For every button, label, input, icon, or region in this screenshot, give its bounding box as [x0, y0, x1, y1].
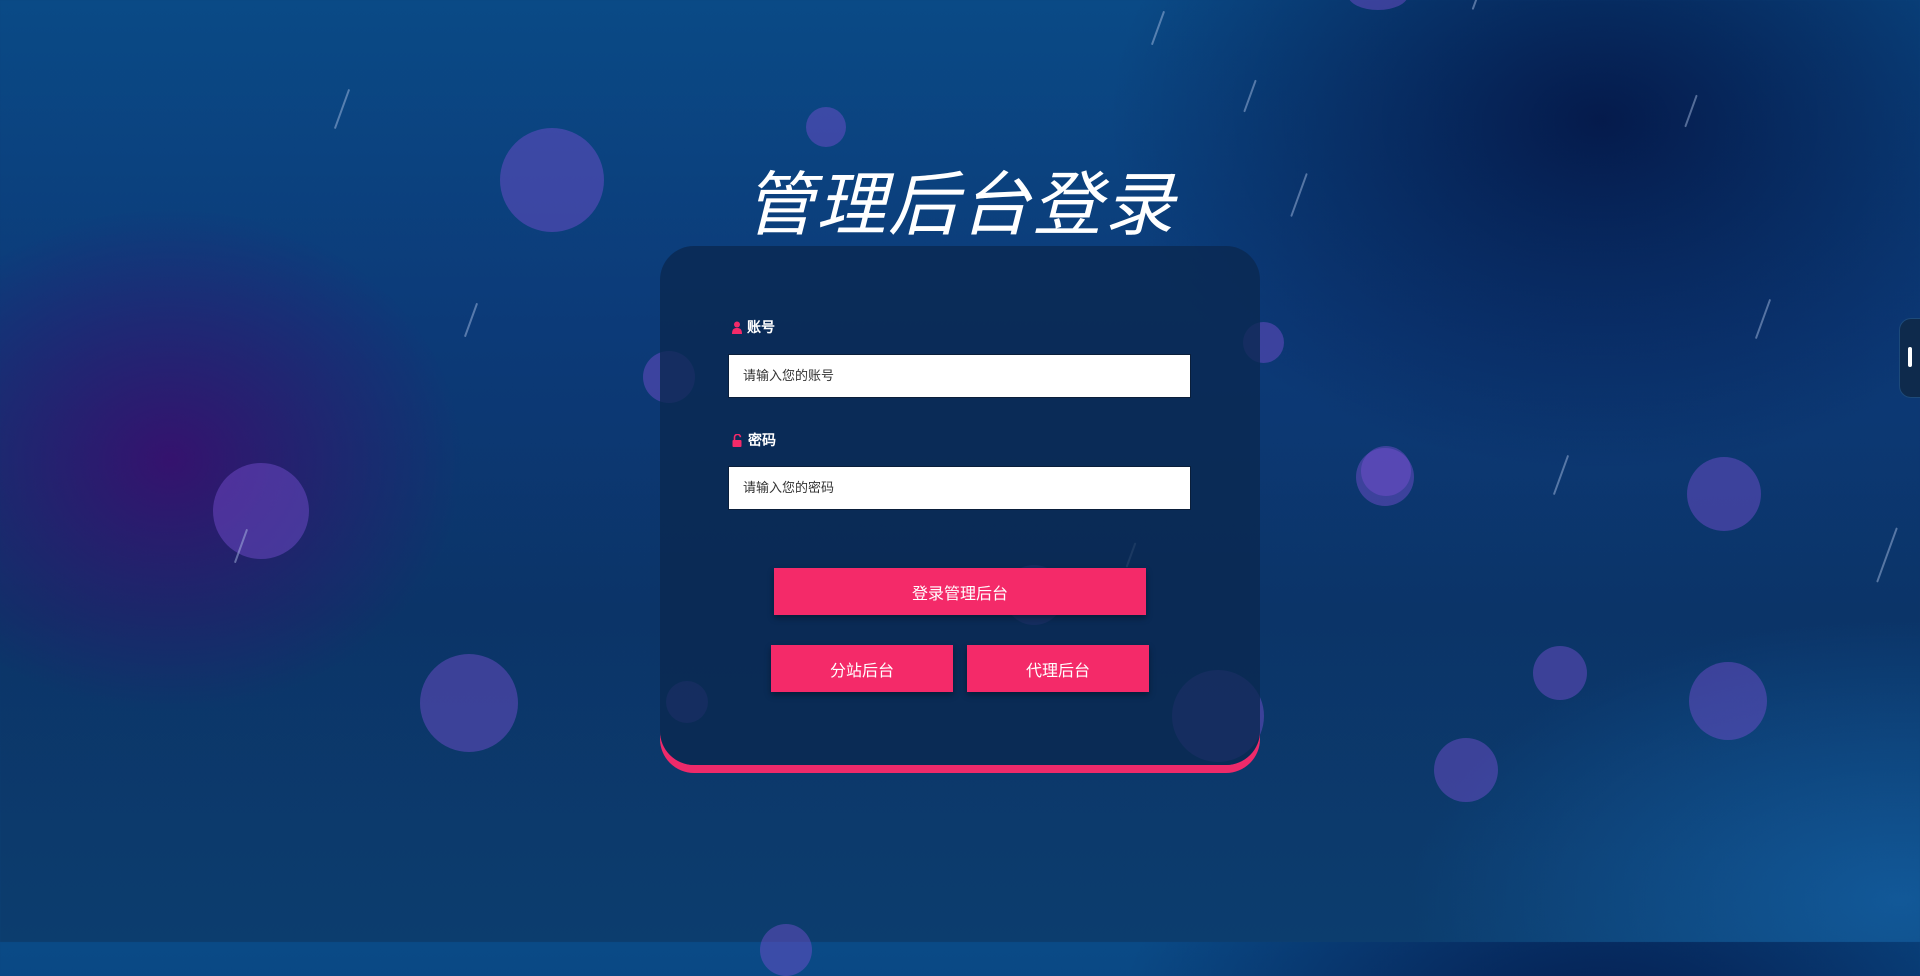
rain-streak — [1243, 79, 1257, 113]
password-input[interactable] — [728, 466, 1191, 510]
rain-streak — [1150, 10, 1166, 46]
rain-streak — [1552, 454, 1570, 496]
rain-streak — [1876, 527, 1898, 583]
bubble — [1348, 0, 1408, 10]
bubble — [806, 107, 846, 147]
bubble — [1689, 662, 1767, 740]
bubble — [420, 654, 518, 752]
user-icon — [732, 321, 742, 334]
unlock-icon — [732, 433, 743, 447]
bubble — [1533, 646, 1587, 700]
login-button[interactable]: 登录管理后台 — [774, 568, 1146, 615]
account-label-text: 账号 — [747, 320, 775, 336]
rain-streak — [1684, 94, 1698, 128]
handle-grip-icon — [1908, 347, 1912, 367]
rain-streak — [333, 88, 351, 130]
page-title: 管理后台登录 — [744, 163, 1176, 246]
bubble — [213, 463, 309, 559]
bubble — [1434, 738, 1498, 802]
side-panel-handle[interactable] — [1899, 318, 1920, 398]
bubble — [1361, 446, 1411, 496]
agent-admin-button[interactable]: 代理后台 — [967, 645, 1149, 692]
rain-streak — [1754, 298, 1772, 340]
rain-streak — [1471, 0, 1479, 10]
password-label-text: 密码 — [748, 433, 776, 449]
branch-admin-button[interactable]: 分站后台 — [771, 645, 953, 692]
account-label: 账号 — [732, 317, 775, 337]
login-card: 账号 密码 登录管理后台 分站后台 代理后台 — [660, 246, 1260, 765]
bubble — [1687, 457, 1761, 531]
account-input[interactable] — [728, 354, 1191, 398]
bubble — [760, 924, 812, 976]
rain-streak — [463, 302, 479, 338]
password-label: 密码 — [732, 430, 776, 450]
